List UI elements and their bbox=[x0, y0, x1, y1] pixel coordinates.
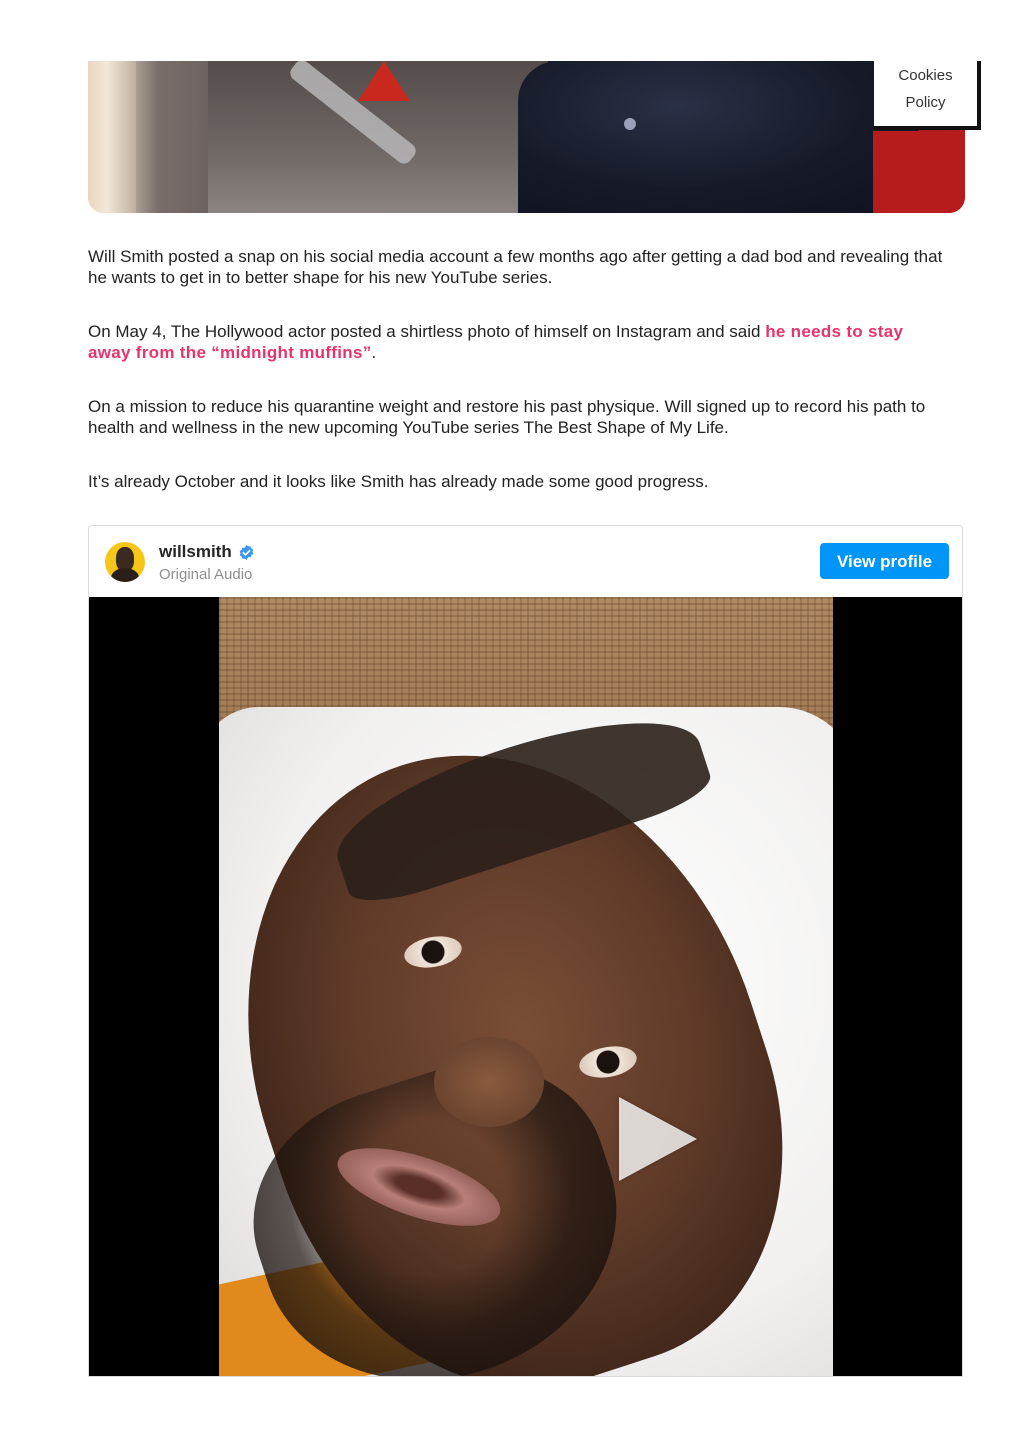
avatar-body bbox=[111, 568, 139, 582]
cookies-policy-link[interactable]: Cookies Policy bbox=[874, 61, 981, 130]
instagram-embed: willsmith Original Audio View profile bbox=[88, 525, 963, 1377]
article-paragraph: Will Smith posted a snap on his social m… bbox=[88, 247, 943, 287]
article-paragraph: On a mission to reduce his quarantine we… bbox=[88, 397, 926, 437]
hero-image-red-accent bbox=[358, 61, 410, 101]
article-body: Will Smith posted a snap on his social m… bbox=[88, 246, 948, 525]
hero-image-red-background bbox=[873, 131, 965, 213]
avatar[interactable] bbox=[105, 542, 145, 582]
username-link[interactable]: willsmith bbox=[159, 542, 232, 562]
article-paragraph-text: . bbox=[371, 343, 377, 362]
hero-image-left-edge bbox=[88, 61, 136, 213]
article-paragraph: On May 4, The Hollywood actor posted a s… bbox=[88, 321, 948, 363]
video-player[interactable] bbox=[89, 597, 962, 1376]
video-thumbnail bbox=[219, 597, 833, 1376]
article-paragraph-text: On May 4, The Hollywood actor posted a s… bbox=[88, 322, 766, 341]
verified-badge-icon bbox=[239, 544, 253, 560]
article-paragraph: It’s already October and it looks like S… bbox=[88, 472, 709, 491]
cookies-policy-label-line2: Policy bbox=[905, 94, 946, 111]
play-icon[interactable] bbox=[619, 1097, 697, 1181]
hero-image-shirt bbox=[518, 61, 918, 213]
hero-image-shirt-logo bbox=[624, 118, 636, 130]
audio-subtitle[interactable]: Original Audio bbox=[159, 566, 252, 583]
video-thumbnail-nose bbox=[434, 1037, 544, 1127]
cookies-policy-label-line1: Cookies bbox=[898, 67, 953, 84]
instagram-embed-header: willsmith Original Audio View profile bbox=[89, 526, 962, 597]
view-profile-button[interactable]: View profile bbox=[820, 543, 949, 579]
hero-image bbox=[88, 61, 965, 213]
username-row: willsmith bbox=[159, 542, 255, 562]
